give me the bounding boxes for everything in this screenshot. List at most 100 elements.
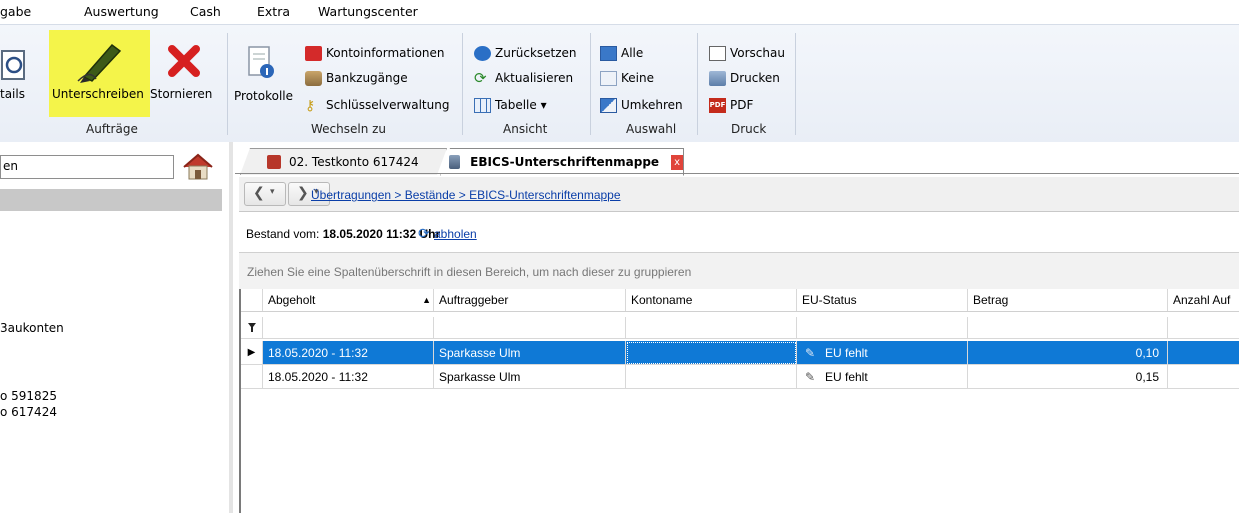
cancel-x-icon	[168, 45, 200, 77]
filter-icon[interactable]	[241, 317, 263, 339]
stornieren-button[interactable]: Stornieren	[148, 25, 220, 119]
table-row-1-auftraggeber[interactable]: Sparkasse Ulm	[434, 341, 626, 365]
row-indicator-icon[interactable]: ▶	[241, 341, 263, 365]
unterschreiben-button[interactable]: Unterschreiben	[50, 25, 148, 119]
details-button[interactable]: tails	[0, 25, 48, 119]
zuruecksetzen-button[interactable]: Zurücksetzen	[474, 43, 577, 63]
bestand-info: Bestand vom: 18.05.2020 11:32 Uhr	[246, 227, 441, 241]
umkehren-button[interactable]: Umkehren	[600, 95, 683, 115]
abholen-link[interactable]: abholen	[434, 227, 477, 241]
table-row-2-anzahl[interactable]	[1168, 365, 1239, 389]
group-hint-text: Ziehen Sie eine Spaltenüberschrift in di…	[247, 265, 692, 279]
tab-divider	[235, 173, 1239, 174]
table-row-2-abgeholt[interactable]: 18.05.2020 - 11:32	[263, 365, 434, 389]
vorschau-button[interactable]: Vorschau	[709, 43, 785, 63]
select-none-icon	[600, 70, 617, 86]
group-label-wechseln: Wechseln zu	[311, 122, 387, 136]
bankzugaenge-button[interactable]: Bankzugänge	[305, 68, 408, 88]
invert-selection-icon	[600, 97, 617, 113]
home-icon[interactable]	[181, 152, 215, 182]
group-separator	[795, 33, 796, 135]
table-icon	[474, 97, 491, 113]
group-label-auswahl: Auswahl	[626, 122, 677, 136]
kontoinfo-icon	[305, 45, 322, 61]
column-header-anzahl[interactable]: Anzahl Auf	[1168, 289, 1239, 311]
column-header-betrag[interactable]: Betrag	[968, 289, 1168, 311]
tab-testkonto[interactable]: 02. Testkonto 617424	[240, 148, 447, 175]
splitter[interactable]	[229, 142, 233, 513]
table-row-1-eu-status[interactable]: ✎ EU fehlt	[797, 341, 968, 365]
protokolle-button[interactable]: Protokolle	[232, 25, 300, 119]
column-header-kontoname[interactable]: Kontoname	[626, 289, 797, 311]
group-by-area[interactable]: Ziehen Sie eine Spaltenüberschrift in di…	[239, 253, 1239, 289]
group-separator	[462, 33, 463, 135]
group-separator	[227, 33, 228, 135]
menu-auswertung[interactable]: Auswertung	[84, 4, 159, 19]
schluesselverwaltung-button[interactable]: ⚷ Schlüsselverwaltung	[305, 95, 449, 115]
table-row-1-anzahl[interactable]	[1168, 341, 1239, 365]
pen-icon	[77, 43, 122, 83]
pen-icon: ✎	[805, 369, 816, 384]
group-label-ansicht: Ansicht	[503, 122, 548, 136]
menu-bar: gabe Auswertung Cash Extra Wartungscente…	[0, 0, 1239, 24]
ribbon: tails Unterschreiben Stornieren Aufträge…	[0, 24, 1239, 144]
filter-cell-anzahl[interactable]	[1168, 317, 1239, 339]
account-icon	[267, 155, 281, 169]
details-icon	[1, 50, 25, 80]
table-row-2-betrag[interactable]: 0,15	[968, 365, 1168, 389]
keine-button[interactable]: Keine	[600, 68, 654, 88]
tree-item-baukonten[interactable]: 3aukonten	[0, 321, 64, 335]
grid-border	[239, 289, 241, 513]
tab-ebics-unterschriftenmappe[interactable]: EBICS-Unterschriftenmappe x	[440, 148, 684, 176]
tree-item-konto-591825[interactable]: o 591825	[0, 389, 57, 403]
folder-signature-icon	[449, 155, 461, 169]
back-button[interactable]: ❮ ▾	[244, 182, 286, 206]
preview-icon	[709, 45, 726, 61]
alle-button[interactable]: Alle	[600, 43, 643, 63]
tree-header-bar	[0, 189, 222, 211]
breadcrumb[interactable]: Übertragungen > Bestände > EBICS-Untersc…	[311, 188, 621, 202]
pdf-button[interactable]: PDF PDF	[709, 95, 753, 115]
table-row-1-kontoname[interactable]	[626, 341, 797, 365]
group-label-auftraege: Aufträge	[86, 122, 138, 136]
row-header[interactable]	[241, 365, 263, 389]
grid-corner	[241, 289, 263, 311]
column-header-eu-status[interactable]: EU-Status	[797, 289, 968, 311]
table-row-2-auftraggeber[interactable]: Sparkasse Ulm	[434, 365, 626, 389]
menu-extra[interactable]: Extra	[257, 4, 290, 19]
chevron-down-icon: ▾	[270, 187, 275, 197]
pdf-icon: PDF	[709, 97, 726, 113]
tree-item-konto-617424[interactable]: o 617424	[0, 405, 57, 419]
menu-wartungscenter[interactable]: Wartungscenter	[318, 4, 418, 19]
close-tab-icon[interactable]: x	[671, 154, 683, 170]
select-all-icon	[600, 45, 617, 61]
filter-cell-betrag[interactable]	[968, 317, 1168, 339]
group-separator	[590, 33, 591, 135]
chevron-right-icon: ❯	[297, 185, 309, 201]
bank-icon	[305, 70, 322, 86]
filter-cell-abgeholt[interactable]	[263, 317, 434, 339]
table-row-1-abgeholt[interactable]: 18.05.2020 - 11:32	[263, 341, 434, 365]
kontoinformationen-button[interactable]: Kontoinformationen	[305, 43, 445, 63]
reset-icon	[474, 45, 491, 61]
refresh-icon: ⟳	[474, 68, 487, 87]
menu-cash[interactable]: Cash	[190, 4, 221, 19]
drucken-button[interactable]: Drucken	[709, 68, 780, 88]
tabelle-dropdown[interactable]: Tabelle ▾	[474, 95, 547, 115]
aktualisieren-button[interactable]: ⟳ Aktualisieren	[474, 68, 573, 88]
filter-cell-auftraggeber[interactable]	[434, 317, 626, 339]
table-row-2-kontoname[interactable]	[626, 365, 797, 389]
search-input[interactable]: en	[0, 155, 174, 179]
column-header-abgeholt[interactable]: Abgeholt ▲	[263, 289, 434, 311]
group-label-druck: Druck	[731, 122, 767, 136]
pen-icon: ✎	[805, 345, 816, 360]
filter-cell-kontoname[interactable]	[626, 317, 797, 339]
menu-eingabe[interactable]: gabe	[0, 4, 31, 19]
table-row-2-eu-status[interactable]: ✎ EU fehlt	[797, 365, 968, 389]
table-row-1-betrag[interactable]: 0,10	[968, 341, 1168, 365]
filter-cell-eu-status[interactable]	[797, 317, 968, 339]
column-header-auftraggeber[interactable]: Auftraggeber	[434, 289, 626, 311]
printer-icon	[709, 70, 726, 86]
sort-ascending-icon: ▲	[422, 295, 431, 305]
group-separator	[697, 33, 698, 135]
